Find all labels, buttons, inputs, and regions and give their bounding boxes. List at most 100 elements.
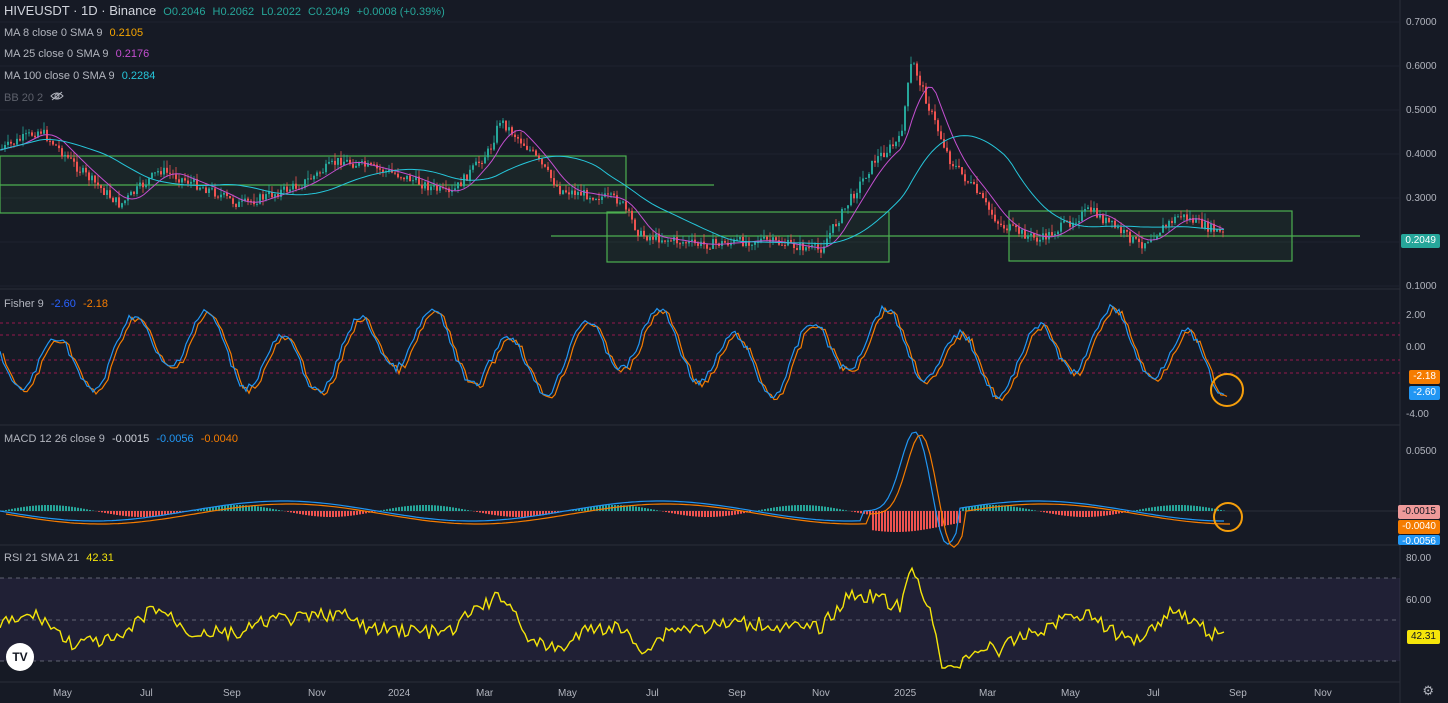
fisher-legend[interactable]: Fisher 9 -2.60 -2.18 [4, 297, 112, 311]
macd-label: MACD 12 26 close 9 [4, 433, 105, 445]
candle-body [103, 188, 105, 195]
candle-body [94, 175, 96, 183]
macd-bar [1070, 511, 1072, 517]
ma8-legend[interactable]: MA 8 close 0 SMA 9 0.2105 [4, 26, 147, 40]
macd-legend[interactable]: MACD 12 26 close 9 -0.0015 -0.0056 -0.00… [4, 432, 242, 446]
candle-body [946, 147, 948, 152]
macd-bar [830, 507, 832, 511]
macd-bar [494, 511, 496, 516]
candle-body [106, 190, 108, 195]
candle-body [655, 233, 657, 240]
macd-bar [791, 505, 793, 511]
candle-body [586, 189, 588, 200]
candle-body [1132, 236, 1134, 243]
gear-icon[interactable]: ⚙ [1422, 683, 1434, 699]
candle-body [616, 195, 618, 204]
symbol-title[interactable]: HIVEUSDT · 1D · Binance [4, 3, 156, 18]
candle-body [1147, 242, 1149, 244]
macd-bar [26, 506, 28, 511]
candle-body [187, 180, 189, 184]
macd-bar [509, 511, 511, 517]
macd-bar [383, 509, 385, 511]
macd-bar [515, 511, 517, 517]
macd-bar [449, 506, 451, 511]
eye-hidden-icon[interactable] [50, 91, 64, 104]
macd-bar [602, 505, 604, 511]
macd-bar [119, 511, 121, 516]
candle-body [685, 242, 687, 244]
candle-body [517, 137, 519, 139]
candle-body [985, 198, 987, 203]
macd-bar [260, 506, 262, 511]
candle-body [649, 236, 651, 241]
rsi-legend[interactable]: RSI 21 SMA 21 42.31 [4, 551, 118, 565]
candle-body [550, 169, 552, 179]
macd-bar [464, 509, 466, 511]
macd-bar [293, 511, 295, 514]
macd-bar [257, 506, 259, 511]
macd-bar [353, 511, 355, 516]
change-value: +0.0008 (+0.39%) [356, 6, 445, 18]
candle-body [1054, 234, 1056, 236]
candle-body [1129, 231, 1131, 243]
macd-bar [341, 511, 343, 517]
time-tick: May [53, 688, 72, 699]
macd-bar [437, 505, 439, 511]
ma8-label: MA 8 close 0 SMA 9 [4, 27, 103, 39]
macd-bar [65, 506, 67, 511]
candle-body [1078, 220, 1080, 223]
macd-bar [320, 511, 322, 517]
macd-bar [617, 505, 619, 511]
macd-bar [11, 508, 13, 511]
candle-body [175, 174, 177, 180]
macd-bar [737, 511, 739, 515]
candle-body [133, 191, 135, 194]
candle-body [181, 178, 183, 183]
macd-bar [734, 511, 736, 515]
macd-bar [74, 507, 76, 511]
macd-bar [1007, 505, 1009, 511]
candle-body [979, 193, 981, 195]
candle-body [1162, 224, 1164, 233]
candle-body [574, 190, 576, 196]
tradingview-logo[interactable]: TV [6, 643, 34, 671]
candle-body [439, 186, 441, 191]
close-value: C0.2049 [308, 6, 350, 18]
high-value: H0.2062 [212, 6, 255, 18]
candle-body [76, 161, 78, 172]
candle-body [637, 229, 639, 237]
candle-body [121, 203, 123, 208]
time-tick: Nov [812, 688, 830, 699]
candle-body [676, 237, 678, 244]
candle-body [592, 197, 594, 200]
candle-body [508, 127, 510, 131]
candle-body [457, 182, 459, 189]
price-tick: 0.6000 [1406, 61, 1437, 72]
macd-bar [674, 511, 676, 514]
ma25-legend[interactable]: MA 25 close 0 SMA 9 0.2176 [4, 47, 153, 61]
candle-body [1093, 208, 1095, 212]
macd-bar [761, 509, 763, 511]
chart-canvas[interactable] [0, 0, 1448, 703]
macd-bar [428, 505, 430, 511]
macd-bar [1142, 508, 1144, 511]
rsi-value: 42.31 [86, 552, 114, 564]
bb-legend[interactable]: BB 20 2 [4, 91, 68, 105]
macd-bar [17, 507, 19, 511]
candle-body [709, 248, 711, 250]
candle-body [640, 230, 642, 237]
price-tick: 0.7000 [1406, 17, 1437, 28]
candle-body [115, 197, 117, 203]
ma100-legend[interactable]: MA 100 close 0 SMA 9 0.2284 [4, 69, 159, 83]
candle-body [940, 131, 942, 140]
fisher-value-2: -2.18 [82, 298, 109, 310]
candle-body [826, 238, 828, 247]
macd-bar [785, 505, 787, 511]
macd-bar [1061, 511, 1063, 516]
candle-body [889, 144, 891, 153]
candle-body [496, 125, 498, 143]
macd-bar [1109, 511, 1111, 516]
macd-bar [296, 511, 298, 514]
macd-bar [308, 511, 310, 516]
candle-body [19, 138, 21, 141]
